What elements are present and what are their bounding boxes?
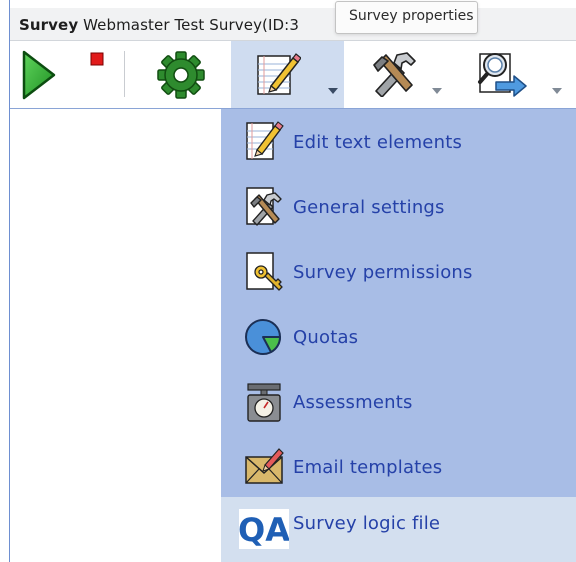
menu-item-survey-logic-file[interactable]: QA Survey logic file (221, 497, 576, 562)
chevron-down-icon (432, 88, 442, 94)
title-bar: Survey Webmaster Test Survey(ID:3 (10, 8, 576, 41)
play-icon (22, 50, 56, 100)
menu-item-general-settings[interactable]: General settings (221, 174, 576, 239)
menu-item-survey-permissions[interactable]: Survey permissions (221, 239, 576, 304)
survey-properties-tooltip: Survey properties (335, 1, 478, 34)
menu-item-email-templates[interactable]: Email templates (221, 434, 576, 499)
envelope-icon (245, 448, 284, 484)
display-export-button[interactable] (476, 41, 566, 108)
menu-item-label: General settings (293, 197, 445, 218)
menu-item-label: Assessments (293, 392, 413, 413)
menu-item-label: Email templates (293, 457, 443, 478)
survey-properties-button[interactable] (231, 41, 344, 108)
key-document-icon (246, 252, 283, 291)
tools-document-icon (246, 187, 282, 226)
menu-item-assessments[interactable]: Assessments (221, 369, 576, 434)
menu-item-label: Survey logic file (293, 513, 441, 534)
global-settings-button[interactable] (156, 41, 208, 108)
qa-badge: QA (239, 511, 289, 549)
menu-item-edit-text-elements[interactable]: Edit text elements (221, 109, 576, 174)
magnifier-export-icon (478, 53, 527, 97)
tooltip-text: Survey properties (349, 8, 474, 24)
stop-icon (90, 52, 104, 66)
survey-properties-menu: Edit text elements General settings Surv… (221, 109, 576, 497)
tools-button[interactable] (368, 41, 448, 108)
menu-item-label: Quotas (293, 327, 359, 348)
survey-title: Survey Webmaster Test Survey(ID:3 (19, 16, 299, 34)
activate-survey-button[interactable] (22, 41, 56, 108)
scale-icon (247, 383, 281, 422)
menu-item-label: Survey permissions (293, 262, 473, 283)
tools-icon (373, 52, 416, 97)
chevron-down-icon (552, 88, 562, 94)
pie-chart-icon (245, 319, 281, 355)
survey-toolbar (10, 41, 576, 109)
menu-item-label: Edit text elements (293, 132, 463, 153)
gear-icon (157, 51, 205, 99)
survey-name: Webmaster Test Survey(ID:3 (83, 16, 299, 34)
chevron-down-icon (328, 88, 338, 94)
toolbar-separator (124, 51, 125, 97)
title-label: Survey (19, 16, 79, 34)
edit-document-icon (246, 121, 284, 160)
stop-survey-button[interactable] (90, 41, 104, 108)
qa-icon: QA (239, 509, 289, 549)
menu-item-quotas[interactable]: Quotas (221, 304, 576, 369)
edit-document-icon (257, 53, 301, 95)
